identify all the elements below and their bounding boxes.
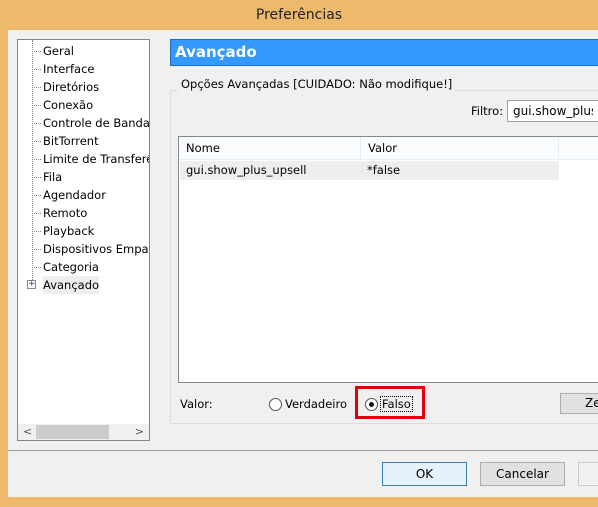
tree-connector [32,69,41,70]
sidebar-tree[interactable]: Geral Interface Diretórios Conexão Controle … [17,39,150,441]
sidebar-item[interactable]: Interface [43,60,95,78]
highlight-box [355,386,425,419]
tree-connector [32,177,41,178]
sidebar-item[interactable]: Remoto [43,204,87,222]
column-header-name[interactable]: Nome [179,137,361,160]
tree-connector [32,267,41,268]
reset-button[interactable]: Ze [560,393,598,414]
window-title: Preferências [255,7,343,23]
sidebar-item[interactable]: Diretórios [43,78,99,96]
sidebar-item[interactable]: Geral [43,42,74,60]
scrollbar-thumb[interactable] [36,425,109,439]
table-row[interactable]: gui.show_plus_upsell *false [180,161,559,180]
tree-connector [32,213,41,214]
apply-button[interactable] [578,462,598,486]
tree-connector [32,87,41,88]
tree-connector [32,105,41,106]
tree-connector [32,51,41,52]
sidebar-item[interactable]: Playback [43,222,94,240]
tree-connector [32,141,41,142]
tree-connector [32,231,41,232]
sidebar-item[interactable]: Controle de Banda [43,114,149,132]
table-header: Nome Valor [179,137,598,160]
group-label: Opções Avançadas [CUIDADO: Não modifique… [178,77,456,91]
row-value: *false [367,163,401,177]
radio-verdadeiro-label[interactable]: Verdadeiro [285,397,347,411]
row-name: gui.show_plus_upsell [186,163,307,177]
tree-connector [32,195,41,196]
sidebar-item[interactable]: Conexão [43,96,93,114]
sidebar-item[interactable]: Fila [43,168,62,186]
sidebar-item[interactable]: Dispositivos Emparelhados [43,240,149,258]
divider [8,450,598,451]
scroll-left-icon[interactable]: < [23,424,32,440]
filter-label: Filtro: [471,104,504,118]
tree-connector [32,249,41,250]
sidebar-item[interactable]: Avançado [43,276,100,294]
sidebar-item[interactable]: BitTorrent [43,132,99,150]
sidebar-item[interactable]: Limite de Transferência [43,150,149,168]
filter-input[interactable] [507,100,598,122]
ok-button[interactable]: OK [382,462,467,486]
horizontal-scrollbar[interactable]: < > [18,424,149,440]
column-header-value[interactable]: Valor [361,137,559,160]
sidebar-item[interactable]: Categoria [43,258,99,276]
tree-connector [32,123,41,124]
value-label: Valor: [180,397,213,411]
scroll-right-icon[interactable]: > [135,424,144,440]
expand-icon[interactable]: + [27,280,36,289]
tree-connector [32,159,41,160]
radio-verdadeiro[interactable] [269,398,282,411]
cancel-button[interactable]: Cancelar [480,462,565,486]
sidebar-item[interactable]: Agendador [43,186,106,204]
page-title: Avançado [170,39,598,66]
settings-table[interactable]: Nome Valor gui.show_plus_upsell *false [178,136,598,383]
